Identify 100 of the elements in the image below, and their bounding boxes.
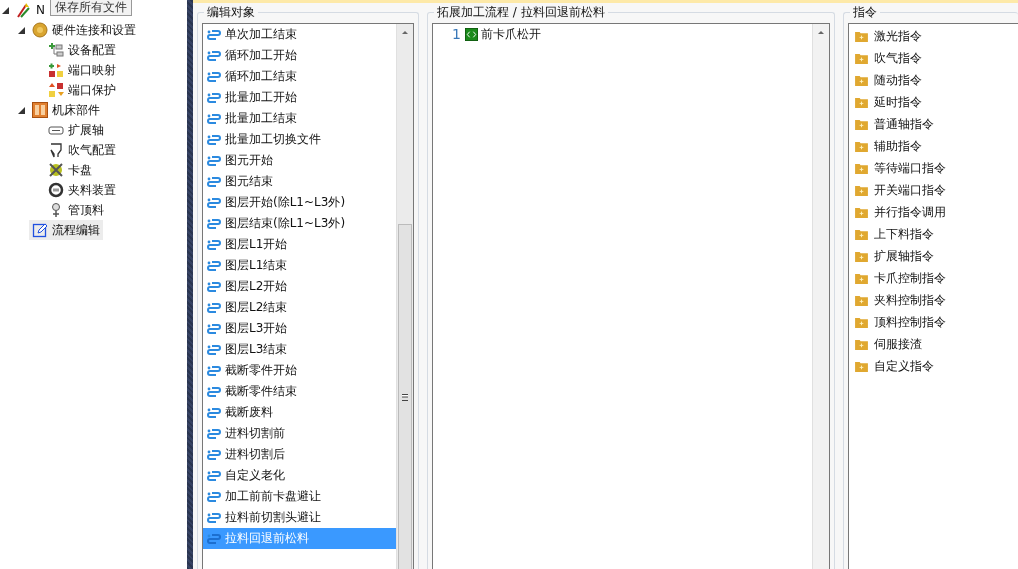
list-item[interactable]: 图层L1开始 [203, 234, 396, 255]
list-item[interactable]: 截断零件开始 [203, 360, 396, 381]
link-icon [207, 133, 221, 146]
expand-toggle[interactable] [18, 106, 25, 114]
link-icon [207, 217, 221, 230]
list-item[interactable]: 循环加工开始 [203, 45, 396, 66]
folder-item[interactable]: 卡爪控制指令 [849, 267, 1018, 289]
folder-item[interactable]: 随动指令 [849, 69, 1018, 91]
code-editor[interactable]: 1 前卡爪松开 [432, 23, 830, 569]
panel-icon [32, 102, 48, 118]
folder-item[interactable]: 自定义指令 [849, 355, 1018, 377]
folder-icon [855, 30, 868, 42]
list-item[interactable]: 自定义老化 [203, 465, 396, 486]
folder-icon [855, 140, 868, 152]
link-icon [207, 259, 221, 272]
link-icon [207, 511, 221, 524]
link-icon [207, 91, 221, 104]
list-item[interactable]: 图元开始 [203, 150, 396, 171]
group-title: 指令 [850, 5, 880, 19]
tree-item[interactable]: 硬件连接和设置 [29, 20, 139, 40]
link-icon [207, 385, 221, 398]
folder-icon [855, 52, 868, 64]
ring-icon [48, 182, 64, 198]
edit-icon [32, 222, 48, 238]
list-item[interactable]: 图层L3结束 [203, 339, 396, 360]
tree-item[interactable]: 吹气配置 [45, 140, 119, 160]
folder-item[interactable]: 并行指令调用 [849, 201, 1018, 223]
expand-toggle[interactable] [18, 26, 25, 34]
list-item[interactable]: 图层L2结束 [203, 297, 396, 318]
tree-item[interactable]: 端口映射 [45, 60, 119, 80]
group-title: 编辑对象 [204, 5, 258, 19]
list-item[interactable]: 图层L3开始 [203, 318, 396, 339]
folder-icon [855, 316, 868, 328]
folder-icon [855, 250, 868, 262]
tree-item[interactable]: 扩展轴 [45, 120, 107, 140]
link-icon [207, 448, 221, 461]
list-item[interactable]: 循环加工结束 [203, 66, 396, 87]
folder-item[interactable]: 扩展轴指令 [849, 245, 1018, 267]
link-icon [207, 175, 221, 188]
folder-item[interactable]: 吹气指令 [849, 47, 1018, 69]
link-icon [207, 427, 221, 440]
list-item[interactable]: 拉料前切割头避让 [203, 507, 396, 528]
tree-item[interactable]: 管顶料 [45, 200, 107, 220]
list-item[interactable]: 加工前前卡盘避让 [203, 486, 396, 507]
scroll-up-icon[interactable] [402, 31, 408, 34]
squares-arrow-icon [48, 62, 64, 78]
list-item[interactable]: 图层L2开始 [203, 276, 396, 297]
scroll-thumb[interactable] [398, 224, 412, 569]
line-number: 1 [451, 25, 461, 44]
link-icon [207, 490, 221, 503]
nozzle-icon [48, 142, 64, 158]
list-item[interactable]: 进料切割前 [203, 423, 396, 444]
list-item[interactable]: 图元结束 [203, 171, 396, 192]
folder-item[interactable]: 上下料指令 [849, 223, 1018, 245]
list-item[interactable]: 图层L1结束 [203, 255, 396, 276]
folder-item[interactable]: 等待端口指令 [849, 157, 1018, 179]
link-icon [207, 343, 221, 356]
scroll-up-icon[interactable] [818, 31, 824, 34]
tree-item[interactable]: 设备配置 [45, 40, 119, 60]
list-item[interactable]: 批量加工切换文件 [203, 129, 396, 150]
list-item[interactable]: 批量加工结束 [203, 108, 396, 129]
list-item[interactable]: 截断零件结束 [203, 381, 396, 402]
scrollbar[interactable] [396, 24, 413, 569]
folder-item[interactable]: 延时指令 [849, 91, 1018, 113]
list-item[interactable]: 批量加工开始 [203, 87, 396, 108]
link-icon [207, 532, 221, 545]
tree-item[interactable]: 夹料装置 [45, 180, 119, 200]
tree-item[interactable]: 机床部件 [29, 100, 103, 120]
chuck-icon [48, 162, 64, 178]
list-item[interactable]: 单次加工结束 [203, 24, 396, 45]
folder-item[interactable]: 辅助指令 [849, 135, 1018, 157]
code-line: 前卡爪松开 [481, 25, 541, 43]
folder-item[interactable]: 普通轴指令 [849, 113, 1018, 135]
list-item[interactable]: 进料切割后 [203, 444, 396, 465]
folder-item[interactable]: 夹料控制指令 [849, 289, 1018, 311]
link-icon [207, 112, 221, 125]
tree-item[interactable]: 卡盘 [45, 160, 95, 180]
link-icon [207, 364, 221, 377]
code-icon [465, 27, 478, 41]
link-icon [207, 406, 221, 419]
folder-item[interactable]: 伺服接渣 [849, 333, 1018, 355]
link-icon [207, 49, 221, 62]
link-icon [207, 280, 221, 293]
expand-toggle[interactable] [2, 6, 9, 14]
tree-item[interactable]: N [13, 0, 48, 20]
tree-item[interactable]: 端口保护 [45, 80, 119, 100]
folder-item[interactable]: 激光指令 [849, 25, 1018, 47]
folder-icon [855, 118, 868, 130]
scrollbar[interactable] [812, 24, 829, 569]
list-item[interactable]: 图层开始(除L1~L3外) [203, 192, 396, 213]
folder-icon [855, 206, 868, 218]
list-item[interactable]: 截断废料 [203, 402, 396, 423]
folder-icon [855, 272, 868, 284]
link-icon [207, 469, 221, 482]
folder-icon [855, 360, 868, 372]
list-item[interactable]: 图层结束(除L1~L3外) [203, 213, 396, 234]
folder-item[interactable]: 开关端口指令 [849, 179, 1018, 201]
folder-item[interactable]: 顶料控制指令 [849, 311, 1018, 333]
link-icon [207, 28, 221, 41]
tree-item[interactable]: 流程编辑 [29, 220, 103, 240]
